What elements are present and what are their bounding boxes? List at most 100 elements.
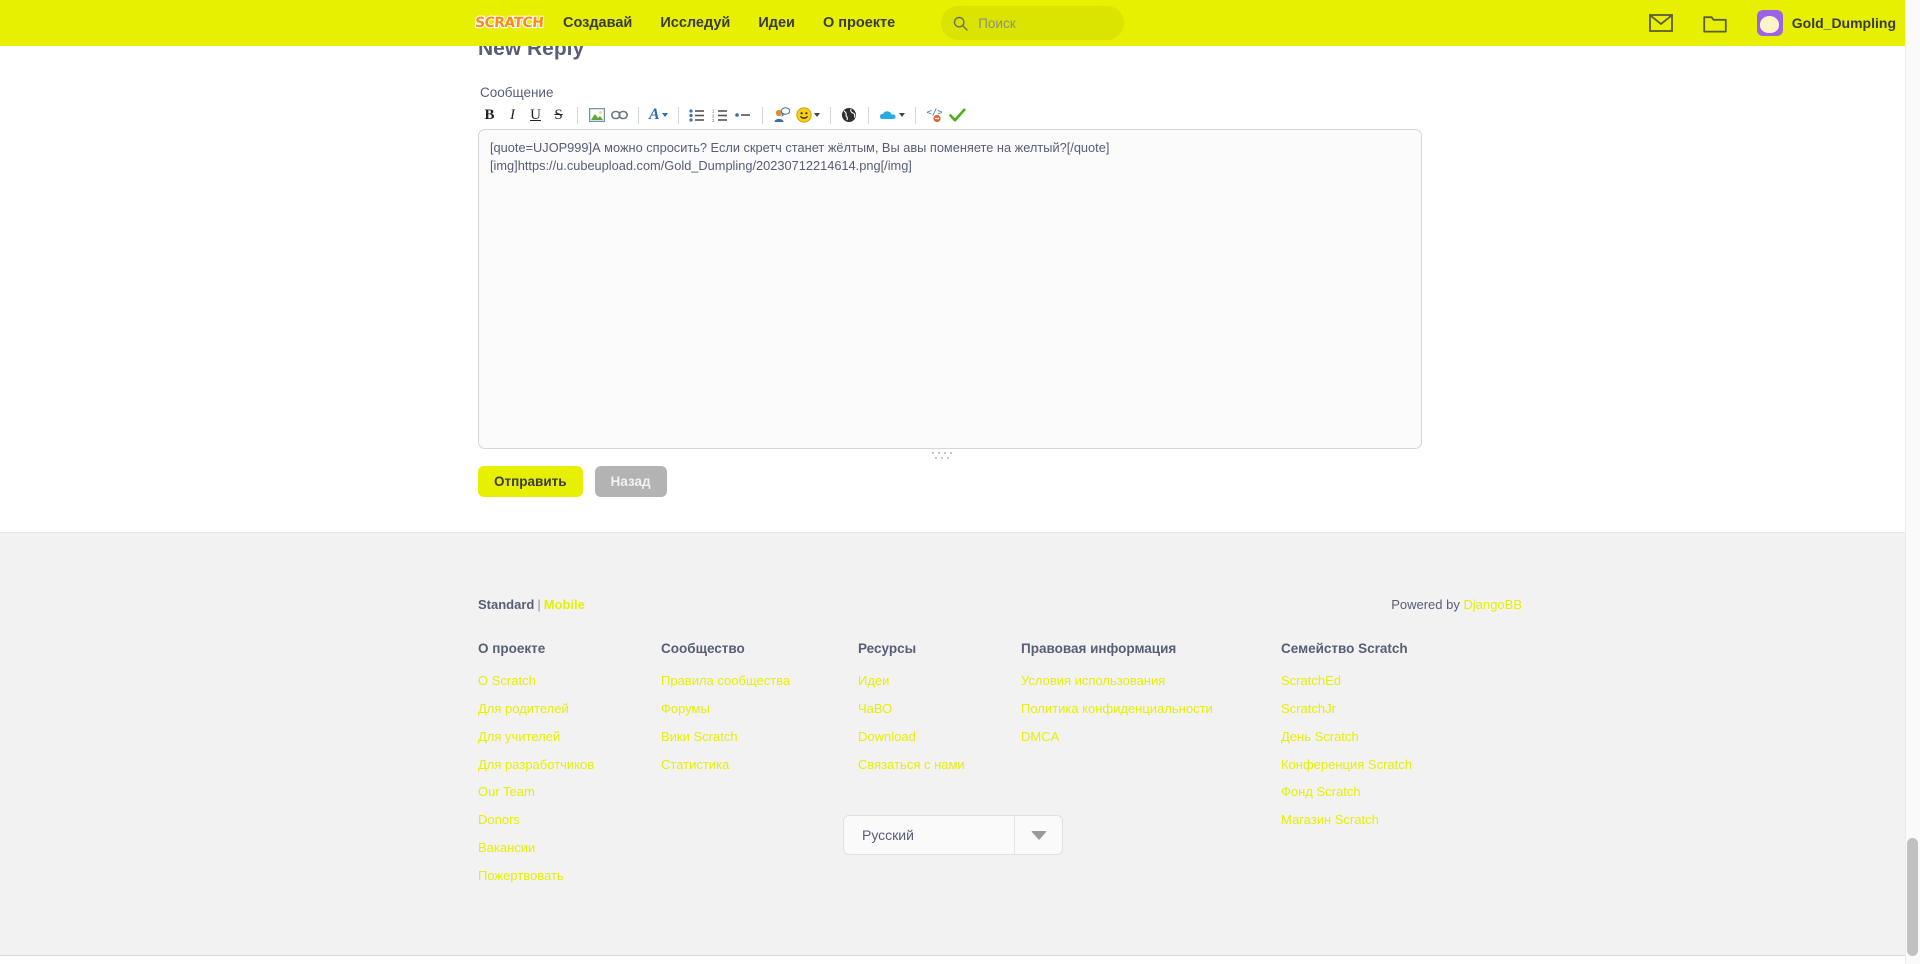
messages-button[interactable]: [1648, 14, 1673, 32]
back-button[interactable]: Назад: [594, 466, 667, 497]
textarea-resize-handle[interactable]: [930, 452, 952, 462]
view-mode-switcher: Standard | Mobile: [478, 597, 585, 612]
footer-link[interactable]: Идеи: [858, 672, 1021, 691]
avatar[interactable]: [1756, 10, 1783, 36]
globe-button[interactable]: [838, 104, 861, 126]
toolbar-divider: [829, 106, 831, 124]
quote-user-icon: [774, 107, 790, 122]
footer-link[interactable]: Для родителей: [478, 700, 661, 719]
djangobb-link[interactable]: DjangoBB: [1463, 597, 1522, 612]
chevron-down-icon: [1030, 830, 1047, 840]
chevron-down-icon: [898, 113, 905, 117]
preview-button[interactable]: [946, 104, 969, 126]
footer-link[interactable]: О Scratch: [478, 672, 661, 691]
horizontal-rule-icon: [735, 113, 751, 117]
nav-item-ideas[interactable]: Идеи: [758, 15, 795, 31]
image-icon: [588, 108, 605, 122]
toolbar-divider: [867, 106, 869, 124]
toolbar-divider: [577, 106, 578, 124]
insert-image-button[interactable]: [585, 104, 608, 126]
strikethrough-button[interactable]: S: [547, 104, 570, 126]
toolbar-divider: [677, 106, 679, 124]
language-selector[interactable]: Русский: [843, 815, 1063, 855]
footer-link[interactable]: Политика конфиденциальности: [1021, 700, 1281, 719]
footer-column-legal: Правовая информация Условия использовани…: [1021, 641, 1281, 895]
language-dropdown-arrow[interactable]: [1014, 816, 1062, 854]
footer-link[interactable]: Статистика: [661, 756, 858, 775]
globe-icon: [842, 108, 857, 122]
nav-item-about[interactable]: О проекте: [823, 15, 895, 31]
quote-button[interactable]: [770, 104, 793, 126]
mobile-mode-link[interactable]: Mobile: [544, 597, 585, 612]
footer-link[interactable]: Магазин Scratch: [1281, 811, 1481, 830]
bullet-list-button[interactable]: [686, 104, 709, 126]
checkmark-icon: [948, 108, 966, 121]
footer-link[interactable]: ScratchEd: [1281, 672, 1481, 691]
mode-separator: |: [537, 597, 541, 612]
message-textarea[interactable]: [478, 129, 1422, 449]
bold-button[interactable]: B: [478, 104, 501, 126]
scratch-logo[interactable]: SCRATCH: [474, 11, 546, 35]
footer-link[interactable]: Пожертвовать: [478, 867, 661, 886]
cloud-icon: [879, 111, 896, 119]
my-stuff-button[interactable]: [1703, 14, 1727, 33]
standard-mode-label: Standard: [478, 597, 535, 612]
powered-by-prefix: Powered by: [1391, 597, 1464, 612]
chevron-down-icon: [813, 113, 820, 117]
scratch-logo-text: SCRATCH: [474, 14, 546, 32]
footer-link[interactable]: Конференция Scratch: [1281, 756, 1481, 775]
footer-link[interactable]: Правила сообщества: [661, 672, 858, 691]
footer-link[interactable]: Связаться с нами: [858, 756, 1021, 775]
footer-link[interactable]: Вакансии: [478, 839, 661, 858]
emoticon-button[interactable]: [793, 104, 823, 126]
scrollbar-thumb[interactable]: [1907, 838, 1918, 956]
svg-text:3: 3: [712, 117, 715, 121]
footer-link[interactable]: Условия использования: [1021, 672, 1281, 691]
nav-item-explore[interactable]: Исследуй: [660, 15, 730, 31]
cloud-button[interactable]: [876, 104, 908, 126]
insert-link-button[interactable]: [608, 104, 631, 126]
footer-column-community: Сообщество Правила сообщества Форумы Вик…: [661, 641, 858, 895]
envelope-icon: [1648, 14, 1673, 32]
form-actions: Отправить Назад: [478, 466, 667, 497]
footer-link[interactable]: День Scratch: [1281, 728, 1481, 747]
footer-column-resources: Ресурсы Идеи ЧаВО Download Связаться с н…: [858, 641, 1021, 895]
nav-item-create[interactable]: Создавай: [563, 15, 632, 31]
search-input[interactable]: Поиск: [941, 6, 1125, 40]
footer-column-heading: Сообщество: [661, 641, 745, 656]
footer-link[interactable]: DMCA: [1021, 728, 1281, 747]
footer-link[interactable]: Our Team: [478, 783, 661, 802]
footer-link[interactable]: Download: [858, 728, 1021, 747]
page-scrollbar[interactable]: [1905, 0, 1920, 964]
footer-link[interactable]: Фонд Scratch: [1281, 783, 1481, 802]
footer-link[interactable]: ScratchJr: [1281, 700, 1481, 719]
font-color-button[interactable]: A: [646, 104, 671, 126]
search-icon: [954, 16, 968, 31]
horizontal-rule-button[interactable]: [732, 104, 755, 126]
editor-toolbar: B I U S A 1 2 3 </>: [478, 103, 1422, 127]
footer-link[interactable]: Для разработчиков: [478, 756, 661, 775]
footer-column-heading: Ресурсы: [858, 641, 917, 656]
username-label[interactable]: Gold_Dumpling: [1792, 15, 1896, 31]
powered-by: Powered by DjangoBB: [1391, 597, 1522, 612]
underline-button[interactable]: U: [524, 104, 547, 126]
footer-link[interactable]: Donors: [478, 811, 661, 830]
numbered-list-icon: 1 2 3: [712, 109, 728, 122]
submit-button[interactable]: Отправить: [478, 466, 583, 497]
footer-link[interactable]: Вики Scratch: [661, 728, 858, 747]
code-button[interactable]: </>: [923, 104, 946, 126]
italic-button[interactable]: I: [501, 104, 524, 126]
footer-top-row: Standard | Mobile Powered by DjangoBB: [478, 597, 1522, 612]
language-selected-value: Русский: [862, 827, 914, 843]
numbered-list-button[interactable]: 1 2 3: [709, 104, 732, 126]
message-field-label: Сообщение: [480, 85, 554, 100]
footer-link[interactable]: Для учителей: [478, 728, 661, 747]
footer-link[interactable]: Форумы: [661, 700, 858, 719]
smiley-icon: [796, 107, 812, 123]
footer-link[interactable]: ЧаВО: [858, 700, 1021, 719]
avatar-image: [1760, 16, 1780, 33]
chevron-down-icon: [661, 113, 668, 117]
message-editor-wrapper: [478, 129, 1422, 459]
footer-column-about: О проекте О Scratch Для родителей Для уч…: [478, 641, 661, 895]
toolbar-divider: [638, 106, 639, 124]
